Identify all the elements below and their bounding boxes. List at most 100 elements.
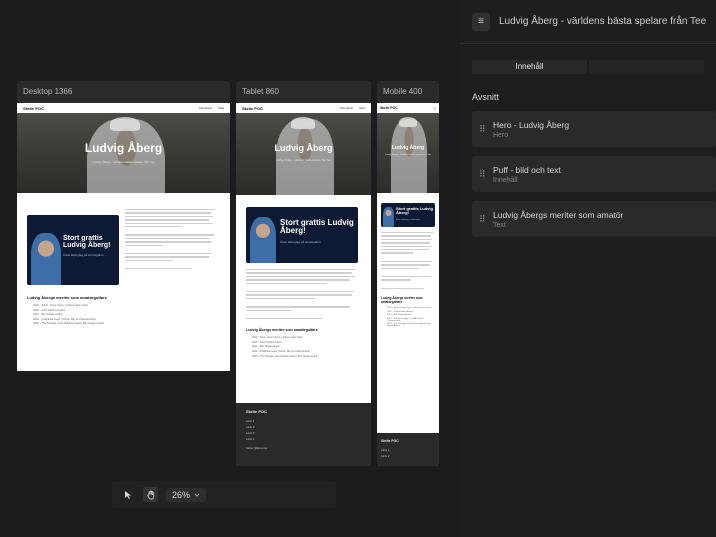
list-item: 2022 – Individuell seger i NCAA, Big 12 … [387, 317, 424, 322]
hamburger-icon[interactable]: ≡ [434, 106, 436, 111]
list-item: 2019 – Silver, Junior Open, Ludvig Lucke… [33, 304, 89, 307]
tablet-frame: Tablet 860 Skrite POC Menylänk Sida Ludvi… [236, 81, 371, 466]
puff-subtitle: Årets talanglag på idrottsgalan [63, 253, 104, 257]
hero-section: Ludvig Åberg Ludvig Åberg – världens bäs… [17, 113, 230, 193]
hero-image [391, 119, 427, 193]
footer-link[interactable]: Länk 2 [246, 425, 361, 429]
cursor-icon [124, 490, 131, 499]
puff-title: Stort grattis Ludvig Åberg! [396, 206, 433, 216]
site-nav: Skrite POC Menylänk Sida [17, 103, 230, 113]
site-footer: Skrite POC Länk 1 Länk 2 [377, 433, 439, 466]
body-text [246, 269, 361, 320]
puff-card[interactable]: Stort grattis Ludvig Åberg! Årets talang… [27, 215, 119, 285]
list-title: Ludvig Åbergs meriter som amatörgolfare [381, 296, 423, 305]
zoom-select[interactable]: 26% [166, 487, 207, 502]
section-type: Text [493, 221, 506, 229]
footer-brand: Skrite POC [246, 409, 267, 414]
section-type: Innehåll [493, 176, 518, 184]
frame-label: Desktop 1366 [23, 87, 73, 96]
select-tool-button[interactable] [120, 487, 135, 502]
zoom-value: 26% [172, 489, 191, 500]
site-footer: Skrite POC Länk 1 Länk 2 Länk 3 Länk 4 S… [236, 403, 371, 466]
list-item: 2020 – Fred Haskins Award [252, 340, 282, 344]
menu-button[interactable]: ≡ [472, 12, 490, 31]
list-item: 2021 – Ben Hogan Award [33, 313, 63, 317]
hero-image [399, 117, 417, 127]
hero-title: Ludvig Åberg [391, 145, 425, 151]
hero-subtitle: Ludvig Åberg – världens bästa spelare fr… [385, 154, 431, 156]
puff-title: Stort grattis Ludvig Åberg! [63, 235, 111, 250]
section-card[interactable]: ⠿ Puff - bild och text Innehåll [472, 156, 716, 192]
list-item: 2023 – The Prestige, Jack Nicklaus Award… [252, 354, 318, 358]
hero-section: Ludvig Åberg Ludvig Åberg – världens bäs… [236, 113, 371, 195]
section-type: Hero [493, 131, 509, 139]
footer-link[interactable]: Länk 1 [246, 419, 361, 423]
hero-image [291, 117, 315, 129]
menu-icon: ≡ [478, 16, 484, 27]
footer-link[interactable]: Länk 3 [246, 431, 361, 435]
site-brand[interactable]: Skrite POC [242, 106, 263, 111]
footer-link[interactable]: Länk 2 [381, 454, 435, 458]
drag-handle-icon[interactable]: ⠿ [479, 124, 486, 135]
mobile-page[interactable]: Skrite POC ≡ Ludvig Åberg Ludvig Åberg –… [377, 103, 439, 466]
list-title: Ludvig Åbergs meriter som amatörgolfare [246, 328, 318, 333]
footer-link[interactable]: Länk 4 [246, 437, 361, 441]
hero-section: Ludvig Åberg Ludvig Åberg – världens bäs… [377, 113, 439, 193]
tab-secondary[interactable] [589, 60, 704, 74]
section-title: Puff - bild och text [493, 164, 561, 175]
puff-subtitle: Årets talanglag på idrottsgalan [396, 219, 421, 221]
footer-brand: Skrite POC [381, 439, 399, 443]
hero-image [276, 119, 334, 195]
nav-link[interactable]: Sida [218, 106, 224, 110]
puff-image [31, 233, 61, 285]
list-item: 2022 – Individuell seger i NCAA, Big 12 … [33, 317, 96, 321]
list-item: 2019 – Silver, Junior Open, Ludvig Lucke… [252, 336, 303, 340]
drag-handle-icon[interactable]: ⠿ [479, 214, 486, 225]
section-card[interactable]: ⠿ Ludvig Åbergs meriter som amatör Text [472, 201, 716, 237]
pan-tool-button[interactable] [143, 487, 158, 502]
canvas-toolbar: 26% [112, 481, 336, 508]
list-item: 2023 – The Prestige, Jack Nicklaus Award… [33, 322, 104, 326]
drag-handle-icon[interactable]: ⠿ [479, 169, 486, 180]
puff-image [250, 217, 276, 263]
site-brand[interactable]: Skrite POC [23, 106, 44, 111]
list-item: 2022 – Individuell seger i NCAA, Big 12 … [252, 350, 310, 354]
hand-icon [146, 490, 154, 500]
footer-extra[interactable]: Skrite hjälpcenter [246, 446, 361, 450]
footer-link[interactable]: Länk 1 [381, 448, 435, 452]
frame-label: Tablet 860 [242, 87, 279, 96]
mobile-frame: Mobile 400 Skrite POC ≡ Ludvig Åberg Lud… [377, 81, 439, 466]
site-brand[interactable]: Skrite POC [380, 106, 398, 110]
hero-image [110, 117, 140, 131]
desktop-page[interactable]: Skrite POC Menylänk Sida Ludvig Åberg Lud… [17, 103, 230, 371]
preview-canvas: Desktop 1366 Skrite POC Menylänk Sida Lud… [0, 0, 460, 537]
nav-link[interactable]: Menylänk [340, 106, 353, 110]
list-item: 2021 – Ben Hogan Award [252, 345, 280, 349]
tab-innehall[interactable]: Innehåll [472, 60, 587, 74]
puff-card[interactable]: Stort grattis Ludvig Åberg! Årets talang… [381, 203, 435, 227]
puff-card[interactable]: Stort grattis Ludvig Åberg! Årets talang… [246, 207, 358, 263]
sections-heading: Avsnitt [472, 92, 499, 102]
chevron-down-icon [194, 493, 200, 497]
list-item: 2020 – Fred Haskins Award [33, 308, 65, 312]
hero-subtitle: Ludvig Åberg – världens bästa spelare fr… [92, 160, 155, 164]
hero-subtitle: Ludvig Åberg – världens bästa spelare fr… [276, 159, 331, 162]
puff-image [383, 207, 394, 227]
puff-subtitle: Årets talanglag på idrottsgalan [280, 240, 321, 244]
tablet-page[interactable]: Skrite POC Menylänk Sida Ludvig Åberg Lud… [236, 103, 371, 466]
nav-link[interactable]: Menylänk [199, 106, 212, 110]
site-nav: Skrite POC Menylänk Sida [236, 103, 371, 113]
list-title: Ludvig Åbergs meriter som amatörgolfare [27, 295, 107, 300]
hero-title: Ludvig Åberg [84, 141, 163, 155]
panel-tabs: Innehåll [472, 60, 704, 74]
puff-title: Stort grattis Ludvig Åberg! [280, 218, 354, 236]
frame-label: Mobile 400 [383, 87, 423, 96]
nav-link[interactable]: Sida [359, 106, 365, 110]
site-nav: Skrite POC ≡ [377, 103, 439, 113]
desktop-frame: Desktop 1366 Skrite POC Menylänk Sida Lud… [17, 81, 230, 371]
section-title: Ludvig Åbergs meriter som amatör [493, 209, 624, 220]
list-item: 2021 – Ben Hogan Award [387, 314, 411, 317]
hero-title: Ludvig Åberg [274, 143, 333, 153]
section-card[interactable]: ⠿ Hero - Ludvig Åberg Hero [472, 111, 716, 147]
page-title: Ludvig Åberg - världens bästa spelare fr… [499, 16, 707, 27]
